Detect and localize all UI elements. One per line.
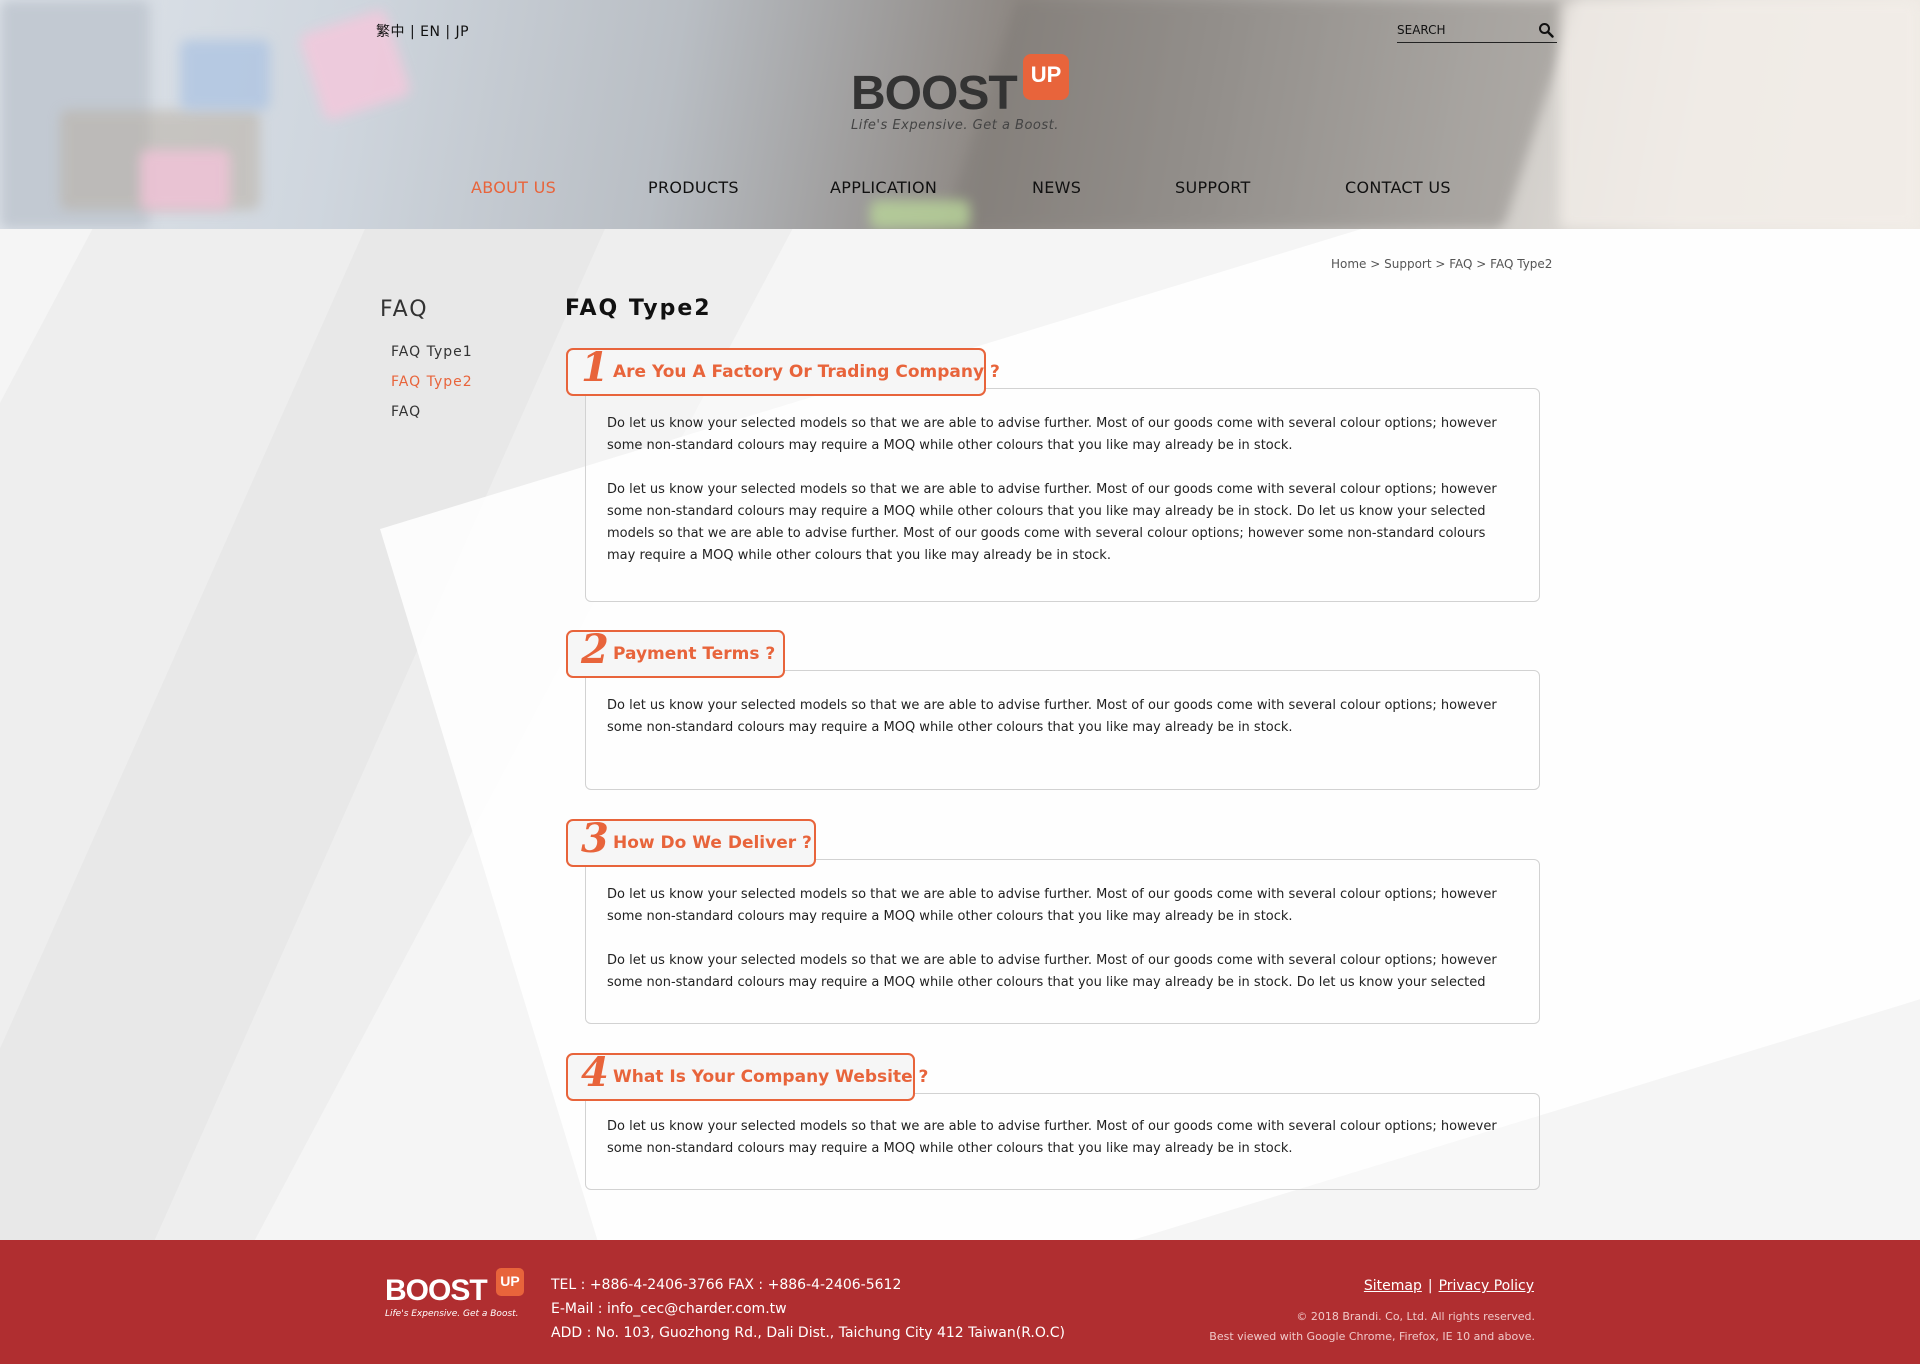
faq-number: 1 xyxy=(581,344,609,391)
header-background-shape xyxy=(870,200,970,229)
faq-question: Payment Terms ? xyxy=(613,644,776,664)
faq-number: 2 xyxy=(581,626,609,673)
faq-answer-box: Do let us know your selected models so t… xyxy=(585,1093,1540,1190)
nav-contact-us[interactable]: CONTACT US xyxy=(1345,178,1451,197)
faq-question: What Is Your Company Website ? xyxy=(613,1067,929,1087)
footer-logo-badge: UP xyxy=(496,1268,524,1296)
logo-badge: UP xyxy=(1023,54,1069,100)
faq-answer-text: Do let us know your selected models so t… xyxy=(607,482,1497,563)
language-switch[interactable]: 繁中 | EN | JP xyxy=(376,21,469,41)
faq-question-tab[interactable]: 1 Are You A Factory Or Trading Company ? xyxy=(566,344,1000,396)
site-footer: BOOST UP Life's Expensive. Get a Boost. … xyxy=(0,1240,1920,1364)
search-icon[interactable] xyxy=(1538,22,1554,38)
footer-links: Sitemap | Privacy Policy xyxy=(1300,1278,1534,1294)
nav-news[interactable]: NEWS xyxy=(1032,178,1081,197)
footer-tel-fax: TEL : +886-4-2406-3766 FAX : +886-4-2406… xyxy=(551,1277,902,1293)
footer-link-separator: | xyxy=(1427,1278,1433,1294)
sidebar-title: FAQ xyxy=(380,297,429,322)
nav-products[interactable]: PRODUCTS xyxy=(648,178,739,197)
footer-logo-wordmark: BOOST xyxy=(385,1274,488,1307)
footer-email[interactable]: E-Mail : info_cec@charder.com.tw xyxy=(551,1301,787,1317)
page-title: FAQ Type2 xyxy=(565,296,712,321)
main-content: Home > Support > FAQ > FAQ Type2 FAQ FAQ… xyxy=(0,229,1920,1240)
faq-question: Are You A Factory Or Trading Company ? xyxy=(613,362,1000,382)
search-input[interactable] xyxy=(1397,20,1527,40)
nav-about-us[interactable]: ABOUT US xyxy=(471,178,556,197)
faq-question-tab[interactable]: 3 How Do We Deliver ? xyxy=(566,819,816,867)
nav-application[interactable]: APPLICATION xyxy=(830,178,937,197)
breadcrumb[interactable]: Home > Support > FAQ > FAQ Type2 xyxy=(1331,257,1552,271)
faq-answer-text: Do let us know your selected models so t… xyxy=(607,953,1497,990)
faq-number: 4 xyxy=(581,1049,609,1096)
footer-logo-tagline: Life's Expensive. Get a Boost. xyxy=(385,1309,519,1319)
sidebar-item-faq-type2[interactable]: FAQ Type2 xyxy=(391,374,473,390)
site-logo[interactable]: BOOST UP Life's Expensive. Get a Boost. xyxy=(851,54,1073,134)
header-background-shape xyxy=(180,40,270,110)
sidebar-item-faq[interactable]: FAQ xyxy=(391,404,421,420)
faq-answer-text: Do let us know your selected models so t… xyxy=(607,416,1497,453)
faq-question-tab[interactable]: 4 What Is Your Company Website ? xyxy=(566,1049,928,1101)
footer-logo[interactable]: BOOST UP Life's Expensive. Get a Boost. xyxy=(385,1268,527,1322)
nav-support[interactable]: SUPPORT xyxy=(1175,178,1251,197)
faq-answer-text: Do let us know your selected models so t… xyxy=(607,698,1497,735)
main-nav: ABOUT US PRODUCTS APPLICATION NEWS SUPPO… xyxy=(0,178,1920,202)
logo-wordmark: BOOST xyxy=(851,67,1018,120)
search-box xyxy=(1397,20,1557,43)
faq-answer-text: Do let us know your selected models so t… xyxy=(607,1119,1497,1156)
privacy-policy-link[interactable]: Privacy Policy xyxy=(1439,1278,1534,1294)
site-header: 繁中 | EN | JP BOOST UP Life's Expensive. … xyxy=(0,0,1920,229)
browser-note: Best viewed with Google Chrome, Firefox,… xyxy=(1209,1330,1535,1343)
faq-question: How Do We Deliver ? xyxy=(613,833,812,853)
footer-address: ADD : No. 103, Guozhong Rd., Dali Dist.,… xyxy=(551,1325,1066,1341)
logo-tagline: Life's Expensive. Get a Boost. xyxy=(851,118,1059,133)
faq-answer-box: Do let us know your selected models so t… xyxy=(585,670,1540,790)
faq-number: 3 xyxy=(581,815,609,862)
faq-answer-box: Do let us know your selected models so t… xyxy=(585,859,1540,1024)
sitemap-link[interactable]: Sitemap xyxy=(1364,1278,1422,1294)
faq-answer-box: Do let us know your selected models so t… xyxy=(585,388,1540,602)
faq-question-tab[interactable]: 2 Payment Terms ? xyxy=(566,630,785,678)
sidebar-item-faq-type1[interactable]: FAQ Type1 xyxy=(391,344,473,360)
faq-answer-text: Do let us know your selected models so t… xyxy=(607,887,1497,924)
copyright: © 2018 Brandi. Co, Ltd. All rights reser… xyxy=(1296,1310,1535,1323)
